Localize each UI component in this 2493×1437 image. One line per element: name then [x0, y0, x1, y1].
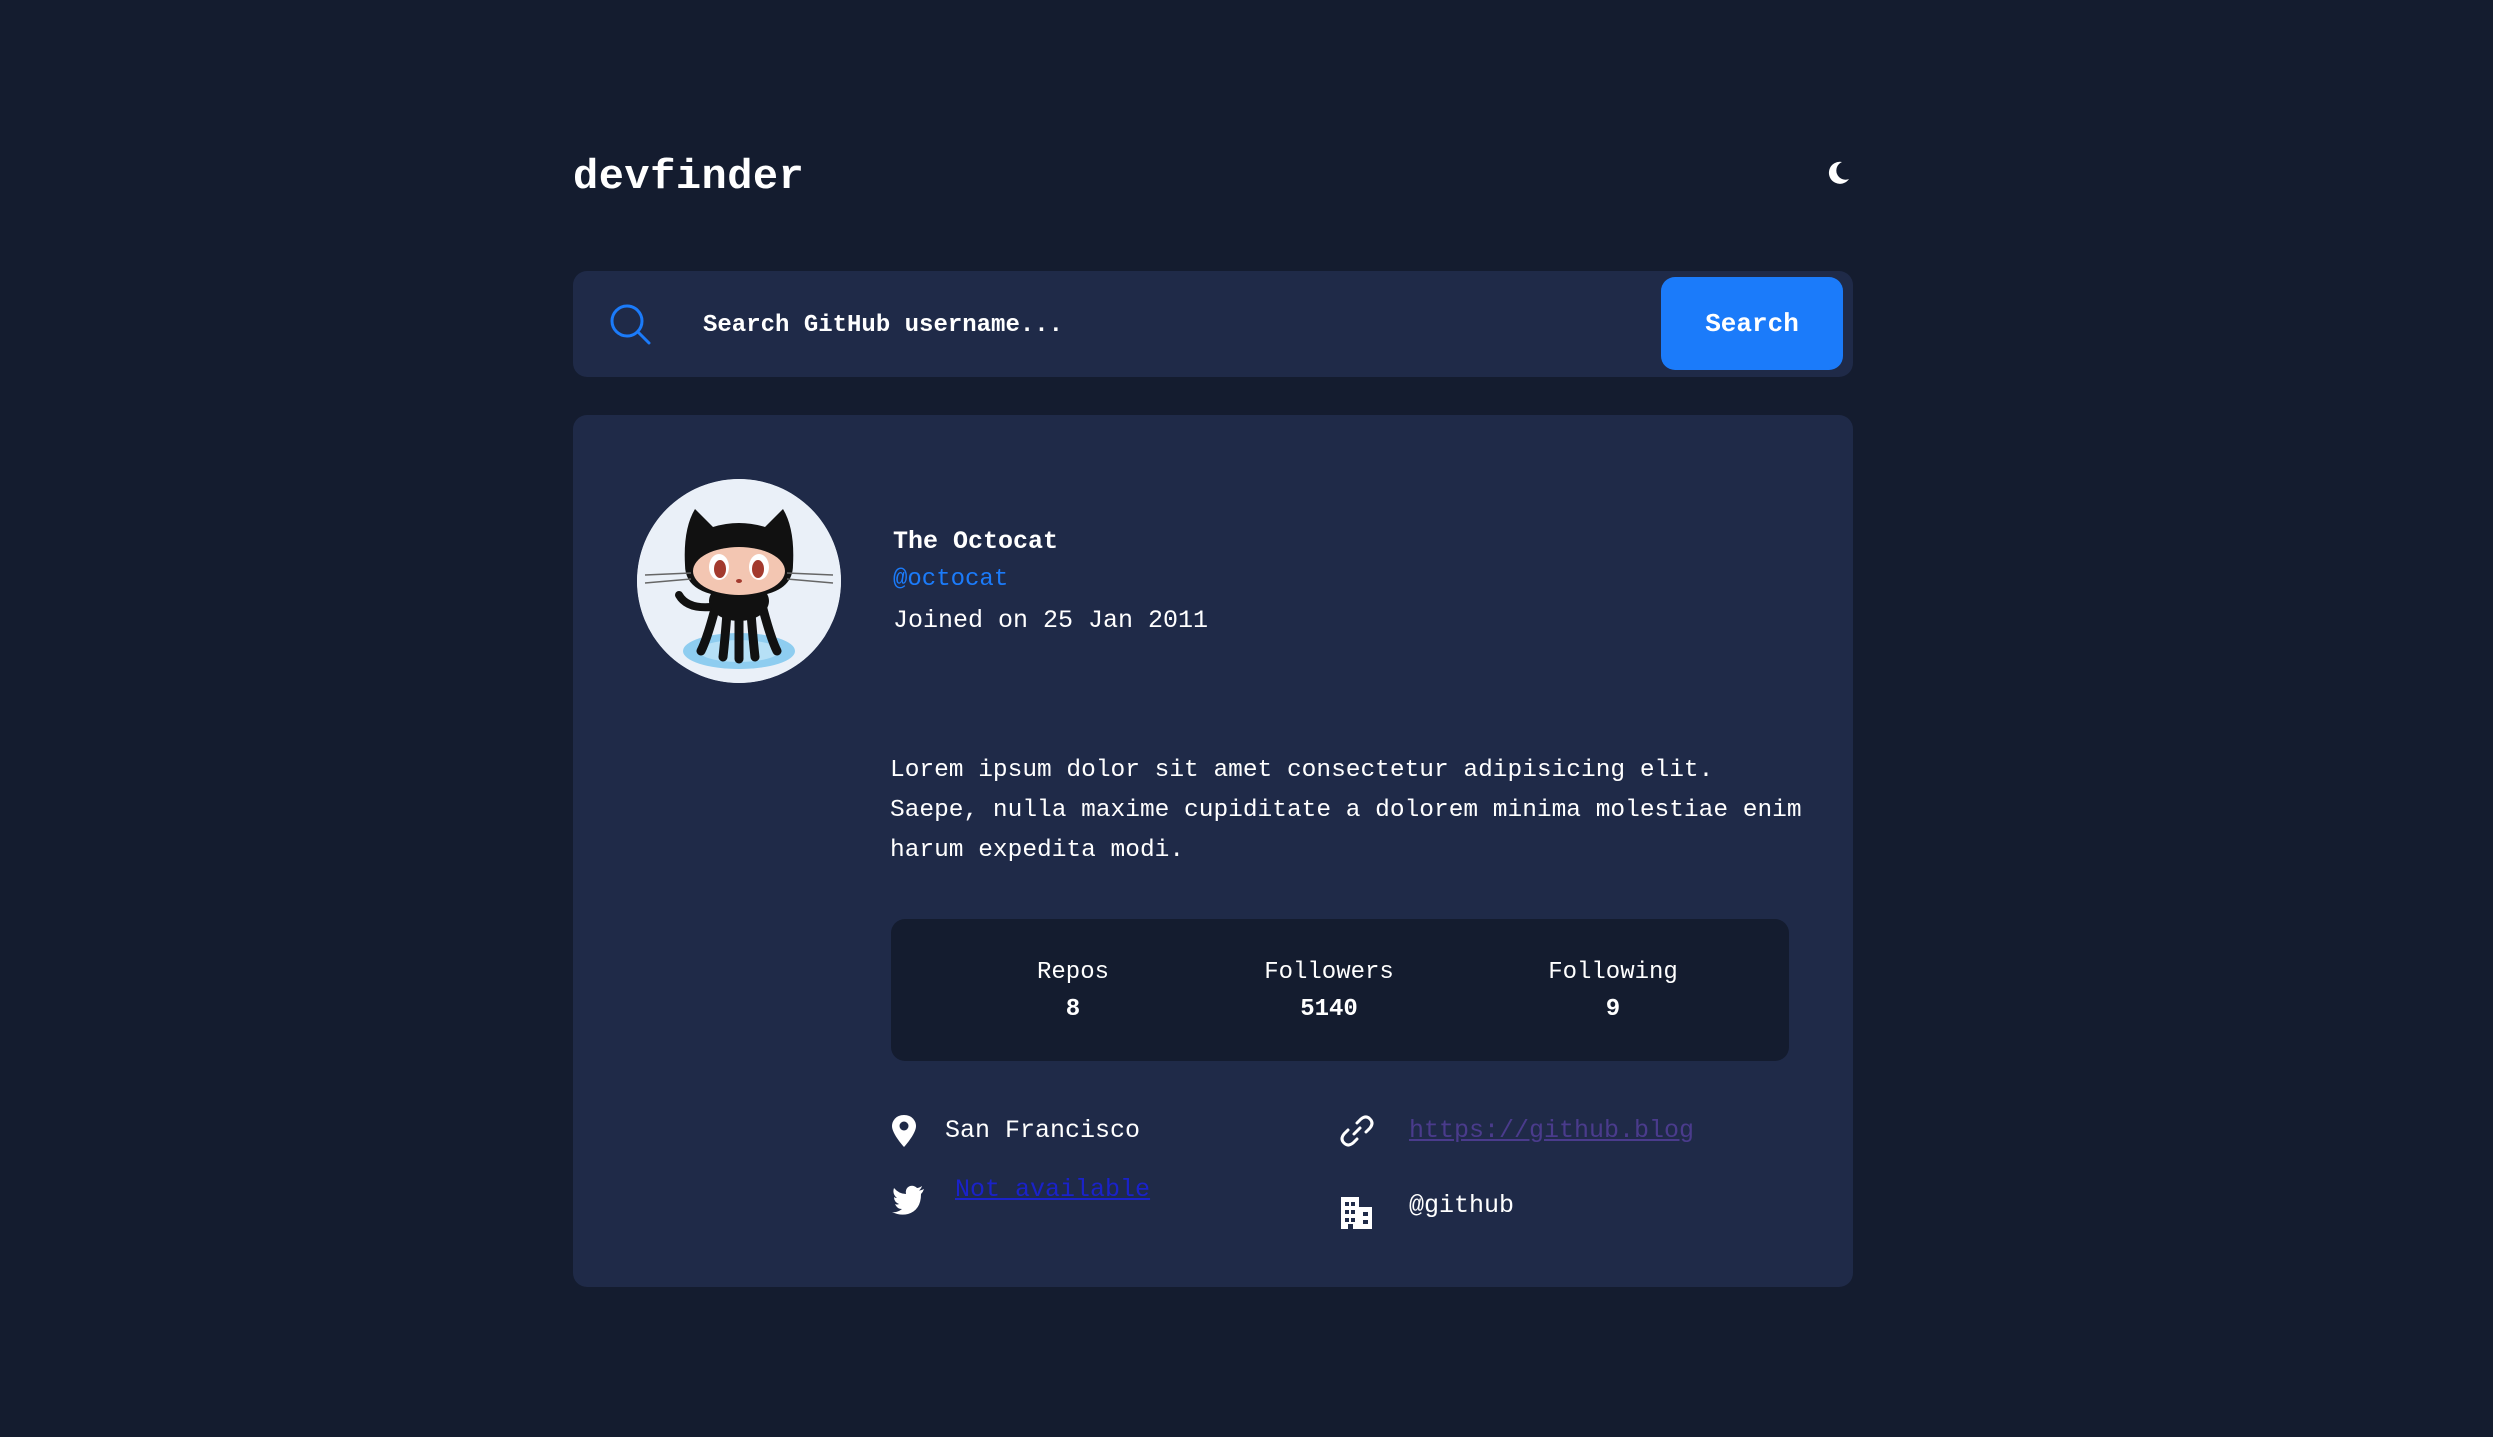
moon-icon	[1828, 161, 1849, 184]
stat-following-label: Following	[1548, 959, 1678, 986]
app-logo: devfinder	[573, 153, 805, 201]
twitter-icon	[892, 1185, 924, 1215]
stats-panel: Repos 8 Followers 5140 Following 9	[891, 919, 1789, 1061]
blog-item: https://github.blog	[1339, 1113, 1759, 1153]
office-building-icon	[1341, 1197, 1372, 1229]
stat-following-value: 9	[1605, 996, 1621, 1023]
profile-bio: Lorem ipsum dolor sit amet consectetur a…	[890, 757, 1802, 864]
profile-joined-date: Joined on 25 Jan 2011	[893, 606, 1209, 635]
stat-repos-value: 8	[1065, 996, 1081, 1023]
stat-followers-label: Followers	[1264, 959, 1394, 986]
avatar	[637, 479, 841, 683]
location-pin-icon	[892, 1115, 916, 1147]
twitter-link[interactable]: Not available	[955, 1175, 1150, 1204]
company-item: @github	[1339, 1191, 1759, 1235]
location-text: San Francisco	[945, 1116, 1141, 1145]
stat-followers: Followers 5140	[1239, 959, 1419, 1023]
stat-following: Following 9	[1523, 959, 1703, 1023]
stat-repos: Repos 8	[1013, 959, 1133, 1023]
link-icon	[1340, 1115, 1374, 1147]
search-input[interactable]	[701, 297, 1465, 353]
profile-card: The Octocat @octocat Joined on 25 Jan 20…	[573, 415, 1853, 1287]
search-button[interactable]: Search	[1661, 277, 1843, 370]
app-header: devfinder	[573, 148, 1853, 208]
company-text: @github	[1409, 1191, 1515, 1220]
location-item: San Francisco	[891, 1113, 1291, 1153]
stat-repos-label: Repos	[1036, 959, 1109, 986]
profile-login[interactable]: @octocat	[893, 566, 1008, 593]
theme-toggle-button[interactable]	[1823, 158, 1853, 188]
octocat-avatar	[637, 479, 841, 683]
blog-link[interactable]: https://github.blog	[1409, 1116, 1694, 1145]
profile-name: The Octocat	[893, 527, 1059, 556]
search-bar: Search	[573, 271, 1853, 377]
stat-followers-value: 5140	[1300, 996, 1358, 1023]
twitter-item: Not available	[891, 1175, 1291, 1221]
search-icon	[610, 304, 651, 345]
